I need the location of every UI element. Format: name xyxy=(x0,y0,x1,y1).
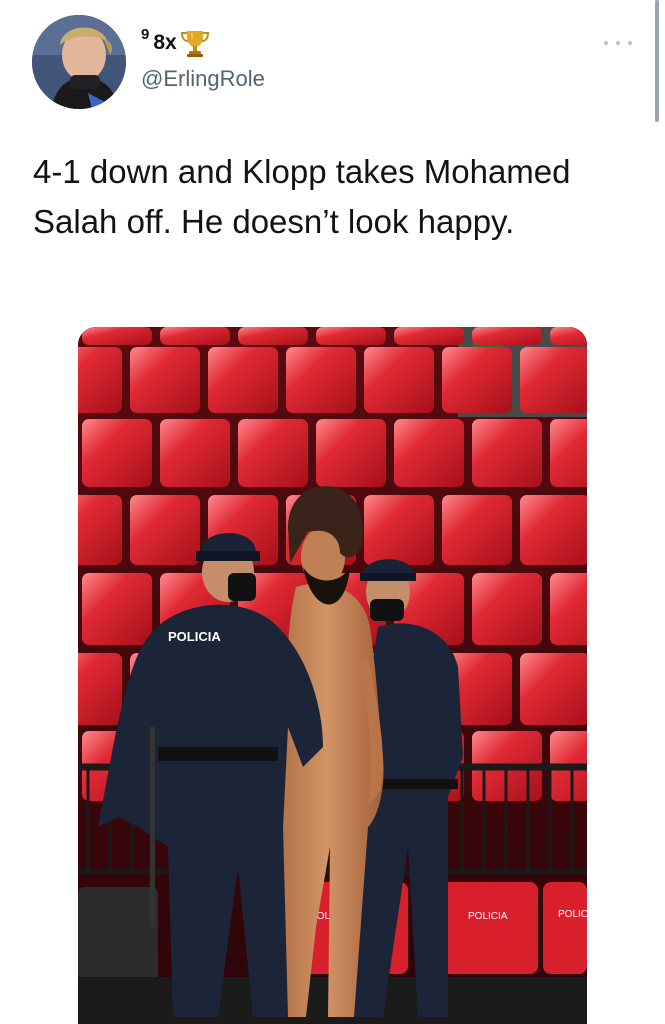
stadium-seat xyxy=(82,419,152,487)
stadium-seat xyxy=(82,573,152,645)
author-display-name: 8x xyxy=(153,31,177,54)
stadium-seat xyxy=(238,327,308,345)
stadium-seat xyxy=(316,419,386,487)
stadium-seat xyxy=(550,573,587,645)
stadium-seat xyxy=(78,495,122,565)
tweet-photo[interactable]: POLICIA POLICIA POLICIA xyxy=(78,327,587,1024)
stadium-seat xyxy=(520,653,587,725)
stadium-seat xyxy=(208,347,278,413)
more-dot xyxy=(616,41,620,45)
stadium-seat xyxy=(130,495,200,565)
seat-print: POLICIA xyxy=(558,909,587,920)
stadium-seat xyxy=(286,347,356,413)
stadium-seat xyxy=(130,347,200,413)
stadium-seat xyxy=(520,495,587,565)
author-name-prefix: 9 xyxy=(141,26,150,43)
scrollbar[interactable] xyxy=(655,0,659,122)
tweet-text: 4-1 down and Klopp takes Mohamed Salah o… xyxy=(33,153,571,240)
author-name[interactable]: 9 8x xyxy=(141,26,211,60)
stadium-seat xyxy=(160,327,230,345)
stadium-seat xyxy=(364,347,434,413)
stadium-seat xyxy=(364,495,434,565)
more-dot xyxy=(604,41,608,45)
avatar[interactable] xyxy=(32,15,126,109)
author-handle[interactable]: @ErlingRole xyxy=(141,64,265,94)
seat-print: POLICIA xyxy=(468,911,508,922)
more-options-icon[interactable] xyxy=(604,36,632,50)
avatar-photo xyxy=(32,15,126,109)
stadium-seat xyxy=(442,347,512,413)
more-dot xyxy=(628,41,632,45)
stadium-seat xyxy=(78,653,122,725)
trophy-icon xyxy=(179,27,211,64)
stadium-seat xyxy=(78,347,122,413)
stadium-seat xyxy=(442,495,512,565)
photo-illustration: POLICIA POLICIA POLICIA xyxy=(78,327,587,1024)
stadium-seat xyxy=(472,327,542,345)
stadium-seat xyxy=(160,419,230,487)
stadium-seat xyxy=(472,419,542,487)
tweet-card: 9 8x @ErlingRole 4-1 down and Klopp take… xyxy=(0,0,665,1024)
stadium-seat xyxy=(316,327,386,345)
jacket-print: POLICIA xyxy=(168,629,221,644)
stadium-seat xyxy=(238,419,308,487)
stadium-seat xyxy=(520,347,587,413)
stadium-seat xyxy=(550,419,587,487)
stadium-seat xyxy=(394,327,464,345)
stadium-seat xyxy=(394,419,464,487)
stadium-seat xyxy=(550,327,587,345)
stadium-seat xyxy=(82,327,152,345)
stadium-seat xyxy=(472,573,542,645)
